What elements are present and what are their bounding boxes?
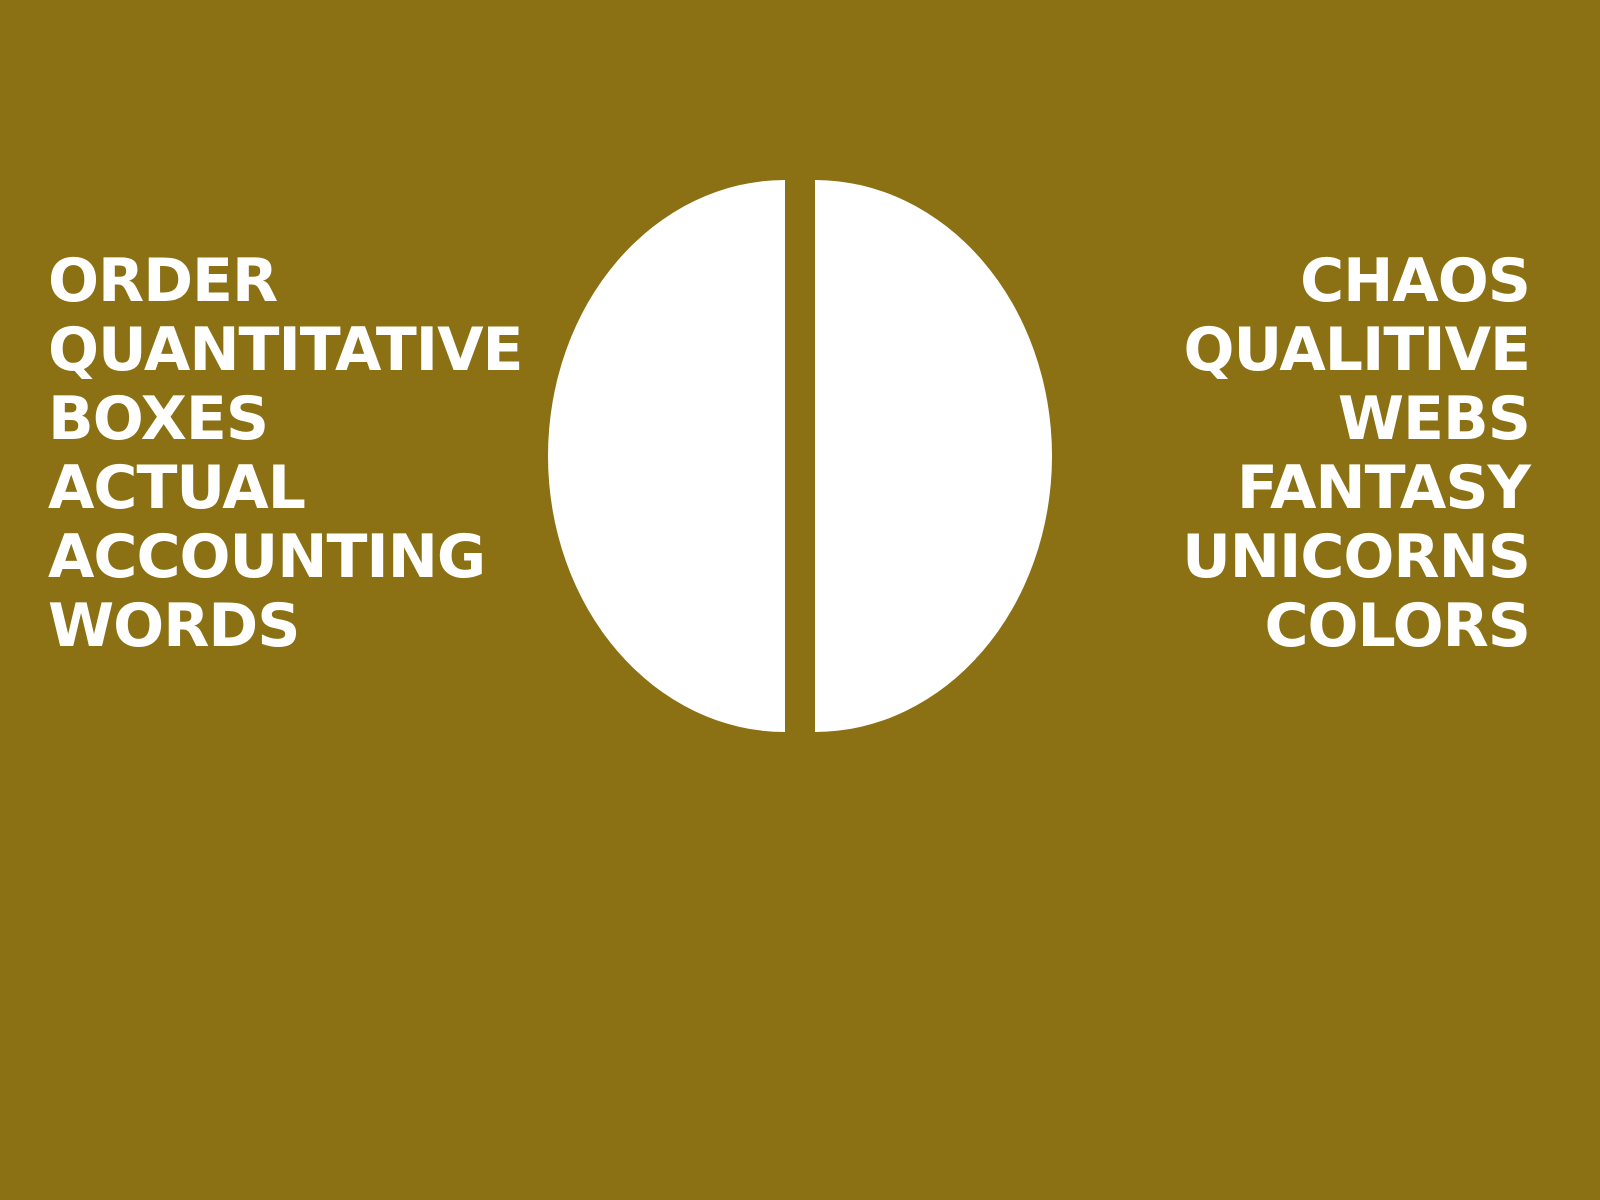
left-word-list: ORDER QUANTITATIVE BOXES ACTUAL ACCOUNTI… [48,246,524,661]
right-word: QUALITIVE [1183,315,1531,385]
left-word: QUANTITATIVE [48,315,524,385]
right-word: UNICORNS [1182,522,1531,592]
left-word: WORDS [48,591,300,661]
left-word: BOXES [48,384,269,454]
right-word: WEBS [1337,384,1531,454]
right-word-list: CHAOS QUALITIVE WEBS FANTASY UNICORNS CO… [1182,246,1531,661]
left-word: ACCOUNTING [48,522,486,592]
left-word: ORDER [48,246,278,316]
right-word: CHAOS [1300,246,1531,316]
right-word: FANTASY [1236,453,1531,523]
right-word: COLORS [1264,591,1531,661]
right-half-circle [815,180,1052,732]
left-word: ACTUAL [48,453,306,523]
left-half-circle [548,180,785,732]
